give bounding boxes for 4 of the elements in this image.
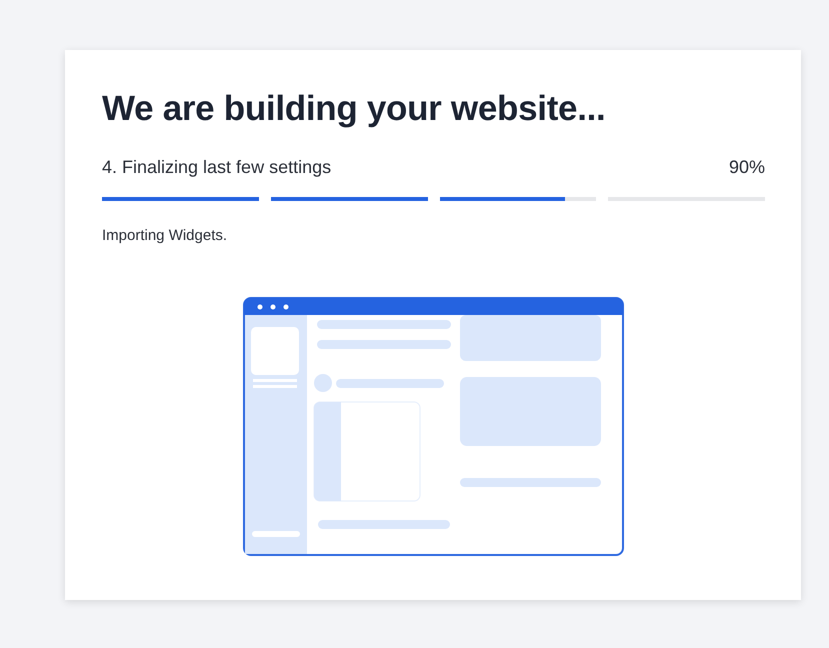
step-label: 4. Finalizing last few settings <box>102 156 332 179</box>
percent-label: 90% <box>728 156 765 179</box>
status-text: Importing Widgets. <box>102 226 228 246</box>
heading: We are building your website... <box>102 88 606 130</box>
